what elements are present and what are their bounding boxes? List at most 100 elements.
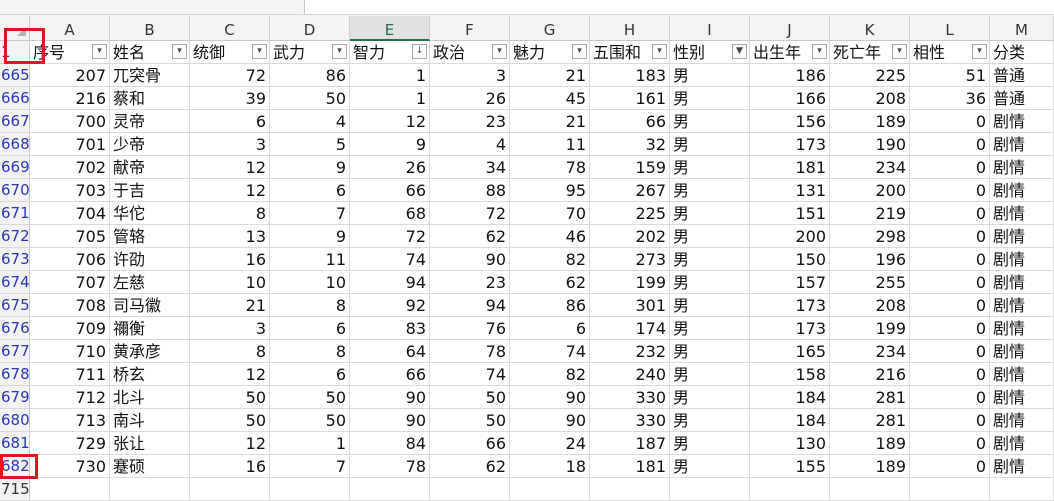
table-cell[interactable]: 187 (590, 432, 670, 455)
table-cell[interactable]: 199 (590, 271, 670, 294)
row-number[interactable]: 715 (0, 478, 30, 501)
column-letter-i[interactable]: I (670, 16, 750, 41)
table-cell[interactable]: 70 (510, 202, 590, 225)
table-cell[interactable]: 255 (830, 271, 910, 294)
table-cell[interactable] (590, 478, 670, 501)
table-cell[interactable]: 禰衡 (110, 317, 190, 340)
table-cell[interactable]: 男 (670, 133, 750, 156)
table-cell[interactable]: 704 (30, 202, 110, 225)
table-cell[interactable]: 84 (350, 432, 430, 455)
table-cell[interactable]: 10 (190, 271, 270, 294)
table-cell[interactable]: 剧情 (990, 317, 1054, 340)
table-cell[interactable]: 706 (30, 248, 110, 271)
table-cell[interactable]: 11 (270, 248, 350, 271)
table-cell[interactable]: 219 (830, 202, 910, 225)
table-cell[interactable] (270, 478, 350, 501)
table-cell[interactable]: 23 (430, 110, 510, 133)
header-cell-k[interactable]: 死亡年 ▾ (830, 41, 910, 64)
table-cell[interactable]: 12 (350, 110, 430, 133)
table-cell[interactable]: 8 (190, 340, 270, 363)
table-cell[interactable]: 6 (270, 363, 350, 386)
table-cell[interactable]: 702 (30, 156, 110, 179)
table-cell[interactable]: 90 (510, 409, 590, 432)
table-cell[interactable]: 711 (30, 363, 110, 386)
table-cell[interactable]: 男 (670, 386, 750, 409)
table-cell[interactable]: 50 (190, 386, 270, 409)
table-cell[interactable]: 196 (830, 248, 910, 271)
table-cell[interactable]: 1 (350, 64, 430, 87)
table-cell[interactable]: 66 (350, 179, 430, 202)
sort-filter-icon[interactable]: ↓ (412, 44, 427, 59)
table-cell[interactable]: 剧情 (990, 271, 1054, 294)
table-cell[interactable]: 189 (830, 455, 910, 478)
table-cell[interactable]: 桥玄 (110, 363, 190, 386)
table-cell[interactable]: 0 (910, 225, 990, 248)
table-cell[interactable]: 78 (430, 340, 510, 363)
table-cell[interactable]: 74 (430, 363, 510, 386)
column-letter-b[interactable]: B (110, 16, 190, 41)
table-cell[interactable]: 51 (910, 64, 990, 87)
table-cell[interactable]: 76 (430, 317, 510, 340)
row-number[interactable]: 1 (0, 41, 30, 64)
table-cell[interactable]: 5 (270, 133, 350, 156)
table-cell[interactable]: 200 (750, 225, 830, 248)
table-cell[interactable]: 78 (510, 156, 590, 179)
table-cell[interactable]: 701 (30, 133, 110, 156)
table-cell[interactable]: 131 (750, 179, 830, 202)
table-cell[interactable]: 62 (510, 271, 590, 294)
table-cell[interactable]: 189 (830, 110, 910, 133)
table-cell[interactable]: 许劭 (110, 248, 190, 271)
active-filter-icon[interactable]: ▼ (732, 44, 747, 59)
filter-dropdown-icon[interactable]: ▾ (572, 44, 587, 59)
table-cell[interactable]: 男 (670, 294, 750, 317)
table-cell[interactable]: 6 (270, 179, 350, 202)
table-cell[interactable]: 50 (430, 409, 510, 432)
table-cell[interactable]: 151 (750, 202, 830, 225)
table-cell[interactable] (430, 478, 510, 501)
table-cell[interactable]: 90 (350, 409, 430, 432)
table-cell[interactable]: 86 (270, 64, 350, 87)
table-cell[interactable]: 165 (750, 340, 830, 363)
table-cell[interactable]: 267 (590, 179, 670, 202)
table-cell[interactable]: 剧情 (990, 340, 1054, 363)
table-cell[interactable]: 普通 (990, 87, 1054, 110)
table-cell[interactable]: 4 (270, 110, 350, 133)
table-cell[interactable]: 74 (510, 340, 590, 363)
table-cell[interactable]: 6 (270, 317, 350, 340)
table-cell[interactable]: 202 (590, 225, 670, 248)
column-letter-l[interactable]: L (910, 16, 990, 41)
table-cell[interactable]: 12 (190, 432, 270, 455)
table-cell[interactable]: 50 (190, 409, 270, 432)
table-cell[interactable]: 剧情 (990, 363, 1054, 386)
table-cell[interactable]: 灵帝 (110, 110, 190, 133)
table-cell[interactable]: 管辂 (110, 225, 190, 248)
table-cell[interactable]: 703 (30, 179, 110, 202)
table-cell[interactable]: 0 (910, 432, 990, 455)
table-cell[interactable]: 男 (670, 156, 750, 179)
table-cell[interactable]: 66 (350, 363, 430, 386)
table-cell[interactable]: 0 (910, 133, 990, 156)
table-cell[interactable]: 12 (190, 363, 270, 386)
table-cell[interactable]: 7 (270, 455, 350, 478)
header-cell-f[interactable]: 政治 ▾ (430, 41, 510, 64)
table-cell[interactable]: 23 (430, 271, 510, 294)
table-cell[interactable]: 301 (590, 294, 670, 317)
table-cell[interactable]: 司马徽 (110, 294, 190, 317)
table-cell[interactable]: 21 (510, 110, 590, 133)
table-cell[interactable]: 330 (590, 386, 670, 409)
table-cell[interactable]: 剧情 (990, 202, 1054, 225)
table-cell[interactable]: 9 (270, 225, 350, 248)
table-cell[interactable]: 88 (430, 179, 510, 202)
table-cell[interactable]: 183 (590, 64, 670, 87)
table-cell[interactable]: 6 (510, 317, 590, 340)
column-letter-c[interactable]: C (190, 16, 270, 41)
table-cell[interactable]: 216 (830, 363, 910, 386)
table-cell[interactable]: 166 (750, 87, 830, 110)
table-cell[interactable] (910, 478, 990, 501)
table-cell[interactable]: 62 (430, 225, 510, 248)
table-cell[interactable] (510, 478, 590, 501)
name-box[interactable] (0, 0, 303, 15)
table-cell[interactable]: 181 (590, 455, 670, 478)
table-cell[interactable]: 剧情 (990, 455, 1054, 478)
table-cell[interactable]: 273 (590, 248, 670, 271)
